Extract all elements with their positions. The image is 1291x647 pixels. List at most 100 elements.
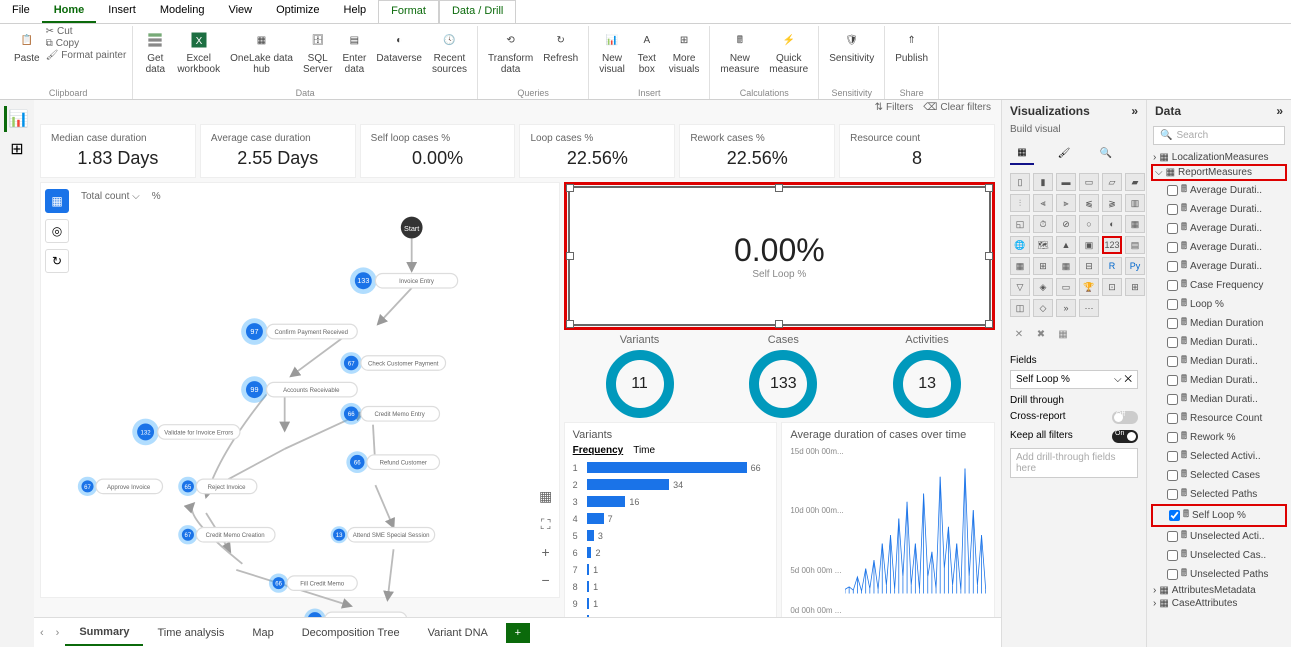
viz-type-button[interactable]: ⫹ [1079, 194, 1099, 212]
tool-icon[interactable]: ▦ [1054, 325, 1072, 343]
field-checkbox[interactable] [1167, 375, 1178, 386]
analytics-tab[interactable]: 🔍 [1094, 141, 1118, 165]
viz-type-button[interactable]: ◐ [1102, 215, 1122, 233]
field-item[interactable]: 🖩Unselected Cas.. [1151, 546, 1287, 565]
viz-type-button[interactable]: ⊞ [1125, 278, 1145, 296]
new-visual-button[interactable]: 📊New visual [595, 26, 629, 87]
quick-measure-button[interactable]: ⚡Quick measure [765, 26, 812, 87]
field-item[interactable]: 🖩Unselected Paths [1151, 565, 1287, 584]
menu-insert[interactable]: Insert [96, 0, 148, 23]
field-checkbox[interactable] [1167, 451, 1178, 462]
search-input[interactable]: 🔍Search [1153, 126, 1285, 145]
process-refresh-button[interactable]: ↻ [45, 249, 69, 273]
viz-type-button[interactable]: ▣ [1079, 236, 1099, 254]
keep-filters-toggle[interactable]: On [1112, 430, 1138, 443]
avg-duration-visual[interactable]: Average duration of cases over time 15d … [781, 422, 995, 617]
tool-icon[interactable]: ✖ [1032, 325, 1050, 343]
viz-type-button[interactable]: ▦ [1056, 257, 1076, 275]
field-item[interactable]: 🖩Resource Count [1151, 409, 1287, 428]
viz-type-button[interactable]: ▰ [1125, 173, 1145, 191]
field-item[interactable]: 🖩Average Durati.. [1151, 219, 1287, 238]
viz-type-button[interactable]: ▮ [1033, 173, 1053, 191]
viz-type-button[interactable]: ⊟ [1079, 257, 1099, 275]
field-item[interactable]: 🖩Median Durati.. [1151, 390, 1287, 409]
paste-button[interactable]: 📋 Paste [10, 26, 44, 87]
tab-next-button[interactable]: › [50, 627, 66, 639]
tab-summary[interactable]: Summary [65, 620, 143, 646]
field-checkbox[interactable] [1167, 356, 1178, 367]
report-view-button[interactable]: 📊 [4, 106, 30, 132]
cross-report-toggle[interactable]: Off [1112, 411, 1138, 424]
field-item[interactable]: 🖩Self Loop % [1151, 504, 1287, 527]
field-item[interactable]: 🖩Median Durati.. [1151, 371, 1287, 390]
copy-button[interactable]: ⧉Copy [46, 38, 127, 49]
field-checkbox[interactable] [1167, 261, 1178, 272]
refresh-button[interactable]: ↻Refresh [539, 26, 582, 87]
viz-type-button[interactable]: ⫺ [1102, 194, 1122, 212]
viz-type-button[interactable]: ⊡ [1102, 278, 1122, 296]
field-checkbox[interactable] [1167, 569, 1178, 580]
table-item[interactable]: ›▦CaseAttributes [1151, 597, 1287, 610]
field-checkbox[interactable] [1167, 413, 1178, 424]
tab-variant-dna[interactable]: Variant DNA [414, 621, 502, 645]
model-view-button[interactable]: ⊞ [4, 136, 30, 162]
viz-type-button[interactable]: ⫷ [1033, 194, 1053, 212]
fullscreen-icon[interactable]: ⛶ [535, 513, 557, 535]
viz-type-button[interactable]: R [1102, 257, 1122, 275]
tool-icon[interactable]: ✕ [1010, 325, 1028, 343]
kpi-card[interactable]: Self loop cases %0.00% [360, 124, 516, 178]
viz-type-button[interactable]: ◈ [1033, 278, 1053, 296]
viz-type-button[interactable]: ⫸ [1056, 194, 1076, 212]
viz-type-button[interactable]: ▱ [1102, 173, 1122, 191]
card-visual-selected[interactable]: 0.00% Self Loop % [568, 186, 991, 326]
cut-button[interactable]: ✂Cut [46, 26, 127, 37]
viz-type-card-button[interactable]: 123 [1102, 236, 1122, 254]
donut-visual[interactable]: Activities13 [893, 334, 961, 418]
dataverse-button[interactable]: ◐Dataverse [372, 26, 426, 87]
viz-type-button[interactable]: ▭ [1056, 278, 1076, 296]
field-checkbox[interactable] [1169, 510, 1180, 521]
transform-button[interactable]: ⟲Transform data [484, 26, 537, 87]
field-checkbox[interactable] [1167, 280, 1178, 291]
publish-button[interactable]: ⇑Publish [891, 26, 932, 87]
viz-type-button[interactable]: ⋯ [1079, 299, 1099, 317]
field-item[interactable]: 🖩Loop % [1151, 295, 1287, 314]
menu-optimize[interactable]: Optimize [264, 0, 331, 23]
variants-tab-frequency[interactable]: Frequency [573, 445, 624, 456]
enter-data-button[interactable]: ▤Enter data [338, 26, 370, 87]
process-measure-dropdown[interactable]: Total count ⌵ [81, 191, 140, 202]
field-item[interactable]: 🖩Average Durati.. [1151, 181, 1287, 200]
build-visual-tab[interactable]: ▦ [1010, 141, 1034, 165]
field-checkbox[interactable] [1167, 394, 1178, 405]
field-checkbox[interactable] [1167, 318, 1178, 329]
field-item[interactable]: 🖩Unselected Acti.. [1151, 527, 1287, 546]
field-item[interactable]: 🖩Median Duration [1151, 314, 1287, 333]
zoom-grid-icon[interactable]: ▦ [535, 485, 557, 507]
viz-type-button[interactable]: ⊞ [1033, 257, 1053, 275]
excel-button[interactable]: XExcel workbook [173, 26, 224, 87]
viz-type-button[interactable]: ▲ [1056, 236, 1076, 254]
field-checkbox[interactable] [1167, 337, 1178, 348]
menu-data-drill[interactable]: Data / Drill [439, 0, 516, 23]
zoom-in-button[interactable]: + [535, 541, 557, 563]
field-checkbox[interactable] [1167, 470, 1178, 481]
collapse-icon[interactable]: » [1131, 104, 1138, 118]
menu-view[interactable]: View [216, 0, 264, 23]
viz-type-button[interactable]: » [1056, 299, 1076, 317]
field-well[interactable]: Self Loop %⌵ ✕ [1010, 370, 1138, 389]
more-visuals-button[interactable]: ⊞More visuals [665, 26, 704, 87]
table-item-report-measures[interactable]: ⌵▦ReportMeasures [1151, 164, 1287, 181]
field-item[interactable]: 🖩Selected Paths [1151, 485, 1287, 504]
tab-time-analysis[interactable]: Time analysis [143, 621, 238, 645]
viz-type-button[interactable]: ▽ [1010, 278, 1030, 296]
donut-visual[interactable]: Cases133 [749, 334, 817, 418]
kpi-card[interactable]: Median case duration1.83 Days [40, 124, 196, 178]
zoom-out-button[interactable]: − [535, 569, 557, 591]
viz-type-button[interactable]: ▬ [1056, 173, 1076, 191]
viz-type-button[interactable]: ▦ [1010, 257, 1030, 275]
field-checkbox[interactable] [1167, 299, 1178, 310]
menu-format[interactable]: Format [378, 0, 439, 23]
clear-filters-button[interactable]: ⌫Clear filters [923, 102, 991, 113]
filters-button[interactable]: ⇅Filters [875, 102, 914, 113]
sensitivity-button[interactable]: 🛡Sensitivity [825, 26, 878, 87]
